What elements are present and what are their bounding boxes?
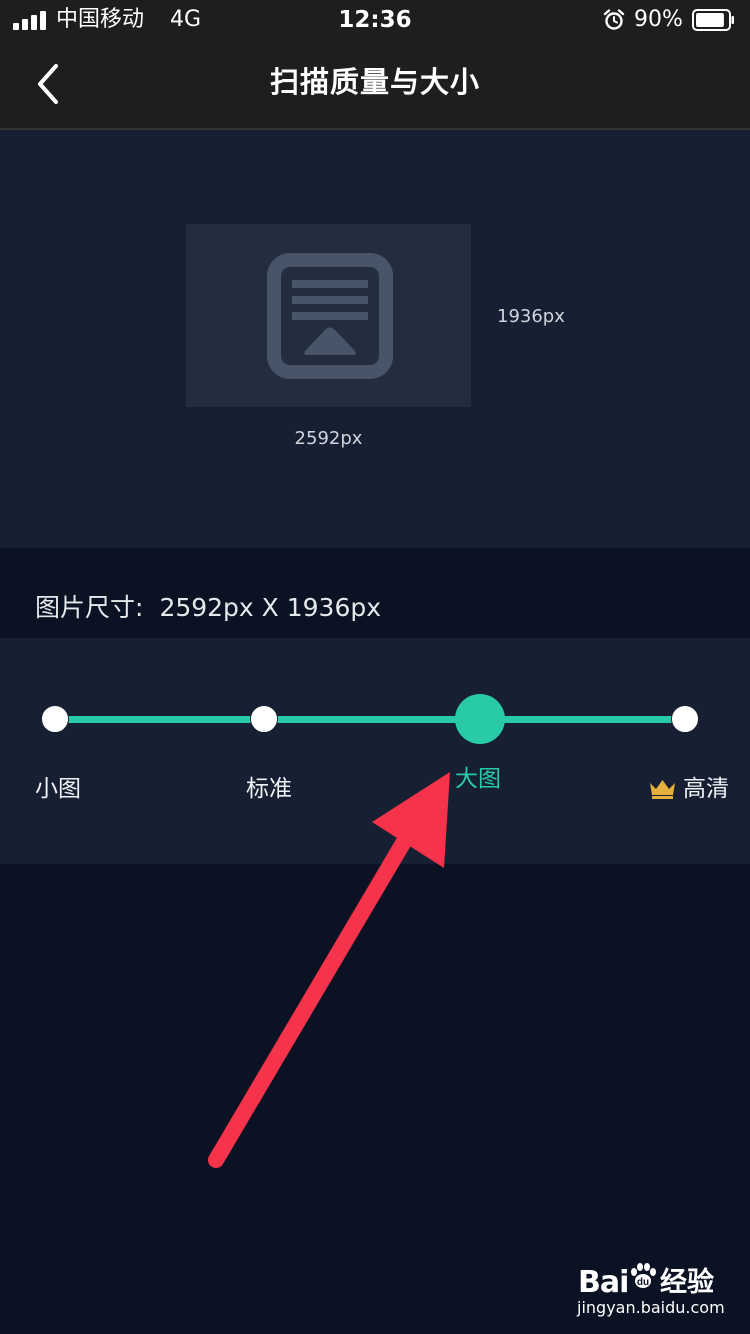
baidu-jingyan-watermark: Bai du 经验 jingyan.baidu.com xyxy=(560,1255,740,1327)
quality-option-small-label[interactable]: 小图 xyxy=(35,774,81,804)
back-button[interactable] xyxy=(22,58,74,110)
image-size-label: 图片尺寸: xyxy=(35,593,144,622)
quality-option-large-knob[interactable] xyxy=(455,694,505,744)
quality-option-large-label[interactable]: 大图 xyxy=(455,764,501,794)
quality-option-standard-label[interactable]: 标准 xyxy=(246,774,292,804)
navigation-bar: 扫描质量与大小 xyxy=(0,40,750,130)
svg-text:du: du xyxy=(637,1277,649,1288)
quality-slider-panel: 小图 标准 大图 高清 xyxy=(0,638,750,864)
paw-icon: du xyxy=(631,1263,656,1288)
status-bar: 中国移动 4G 12:36 90% xyxy=(0,0,750,40)
watermark-url: jingyan.baidu.com xyxy=(577,1298,725,1317)
image-height-label: 1936px xyxy=(497,306,565,327)
battery-icon xyxy=(692,9,734,31)
quality-option-hd-label[interactable]: 高清 xyxy=(683,774,729,804)
document-preview xyxy=(186,224,471,407)
watermark-brand-cn: 经验 xyxy=(660,1267,714,1298)
quality-option-hd-knob[interactable] xyxy=(671,705,699,733)
quality-option-small-knob[interactable] xyxy=(41,705,69,733)
image-size-info: 图片尺寸: 2592px X 1936px xyxy=(35,590,381,626)
screen: 中国移动 4G 12:36 90% 扫描质量与大小 1936px 2592px … xyxy=(0,0,750,1334)
battery-percent: 90% xyxy=(634,7,683,32)
alarm-icon xyxy=(603,9,625,30)
watermark-brand: Bai xyxy=(578,1265,629,1300)
quality-option-standard-knob[interactable] xyxy=(250,705,278,733)
crown-icon xyxy=(650,780,675,799)
image-width-label: 2592px xyxy=(294,428,363,449)
image-size-value: 2592px X 1936px xyxy=(159,593,382,622)
quality-slider-track[interactable] xyxy=(55,716,685,723)
image-preview-area: 1936px 2592px xyxy=(0,130,750,548)
page-title: 扫描质量与大小 xyxy=(269,65,480,99)
scanned-document-icon xyxy=(267,253,393,379)
